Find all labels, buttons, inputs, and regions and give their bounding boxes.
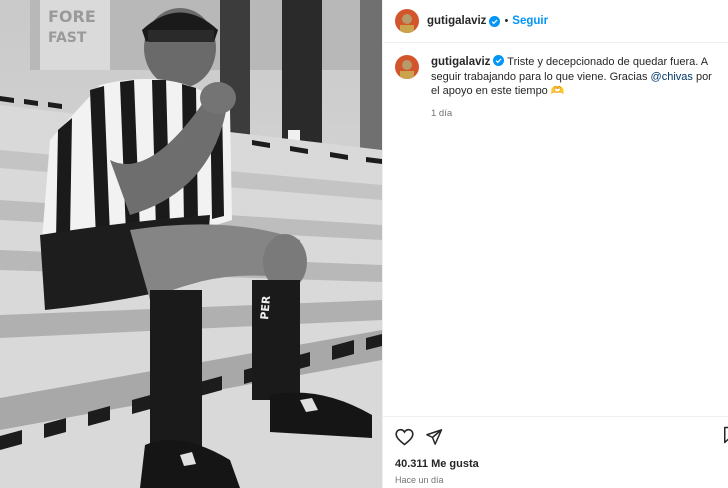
- instagram-post: FORE FAST PER gutigalaviz • Seguir gutig…: [0, 0, 728, 488]
- posted-ago: Hace un día: [395, 475, 444, 485]
- caption-emoji: 🫶: [550, 85, 565, 97]
- svg-text:FORE: FORE: [48, 7, 96, 26]
- post-actions: 40.311 Me gusta Hace un día: [383, 416, 728, 485]
- author-avatar[interactable]: [395, 9, 419, 33]
- heart-icon[interactable]: [395, 428, 414, 446]
- photo-illustration: FORE FAST PER: [0, 0, 382, 488]
- post-caption: gutigalaviz Triste y decepcionado de que…: [395, 55, 718, 121]
- bookmark-icon[interactable]: [722, 426, 728, 444]
- send-icon[interactable]: [425, 428, 443, 446]
- post-photo[interactable]: FORE FAST PER: [0, 0, 382, 488]
- post-side-panel: gutigalaviz • Seguir gutigalaviz Triste …: [382, 0, 728, 488]
- post-header: gutigalaviz • Seguir: [383, 0, 728, 43]
- svg-text:FAST: FAST: [48, 30, 87, 46]
- header-separator: •: [504, 15, 509, 27]
- author-username[interactable]: gutigalaviz: [427, 15, 486, 27]
- likes-count[interactable]: 40.311 Me gusta: [395, 458, 728, 470]
- caption-verified-icon: [493, 55, 505, 66]
- sock-text: PER: [258, 295, 273, 321]
- caption-username[interactable]: gutigalaviz: [431, 56, 490, 68]
- follow-button[interactable]: Seguir: [512, 15, 548, 27]
- mention-link[interactable]: @chivas: [651, 71, 693, 83]
- caption-avatar[interactable]: [395, 55, 419, 79]
- action-icons: [383, 417, 728, 448]
- caption-body: gutigalaviz Triste y decepcionado de que…: [431, 55, 718, 121]
- caption-time[interactable]: 1 día: [431, 107, 718, 122]
- verified-badge-icon: [489, 15, 501, 27]
